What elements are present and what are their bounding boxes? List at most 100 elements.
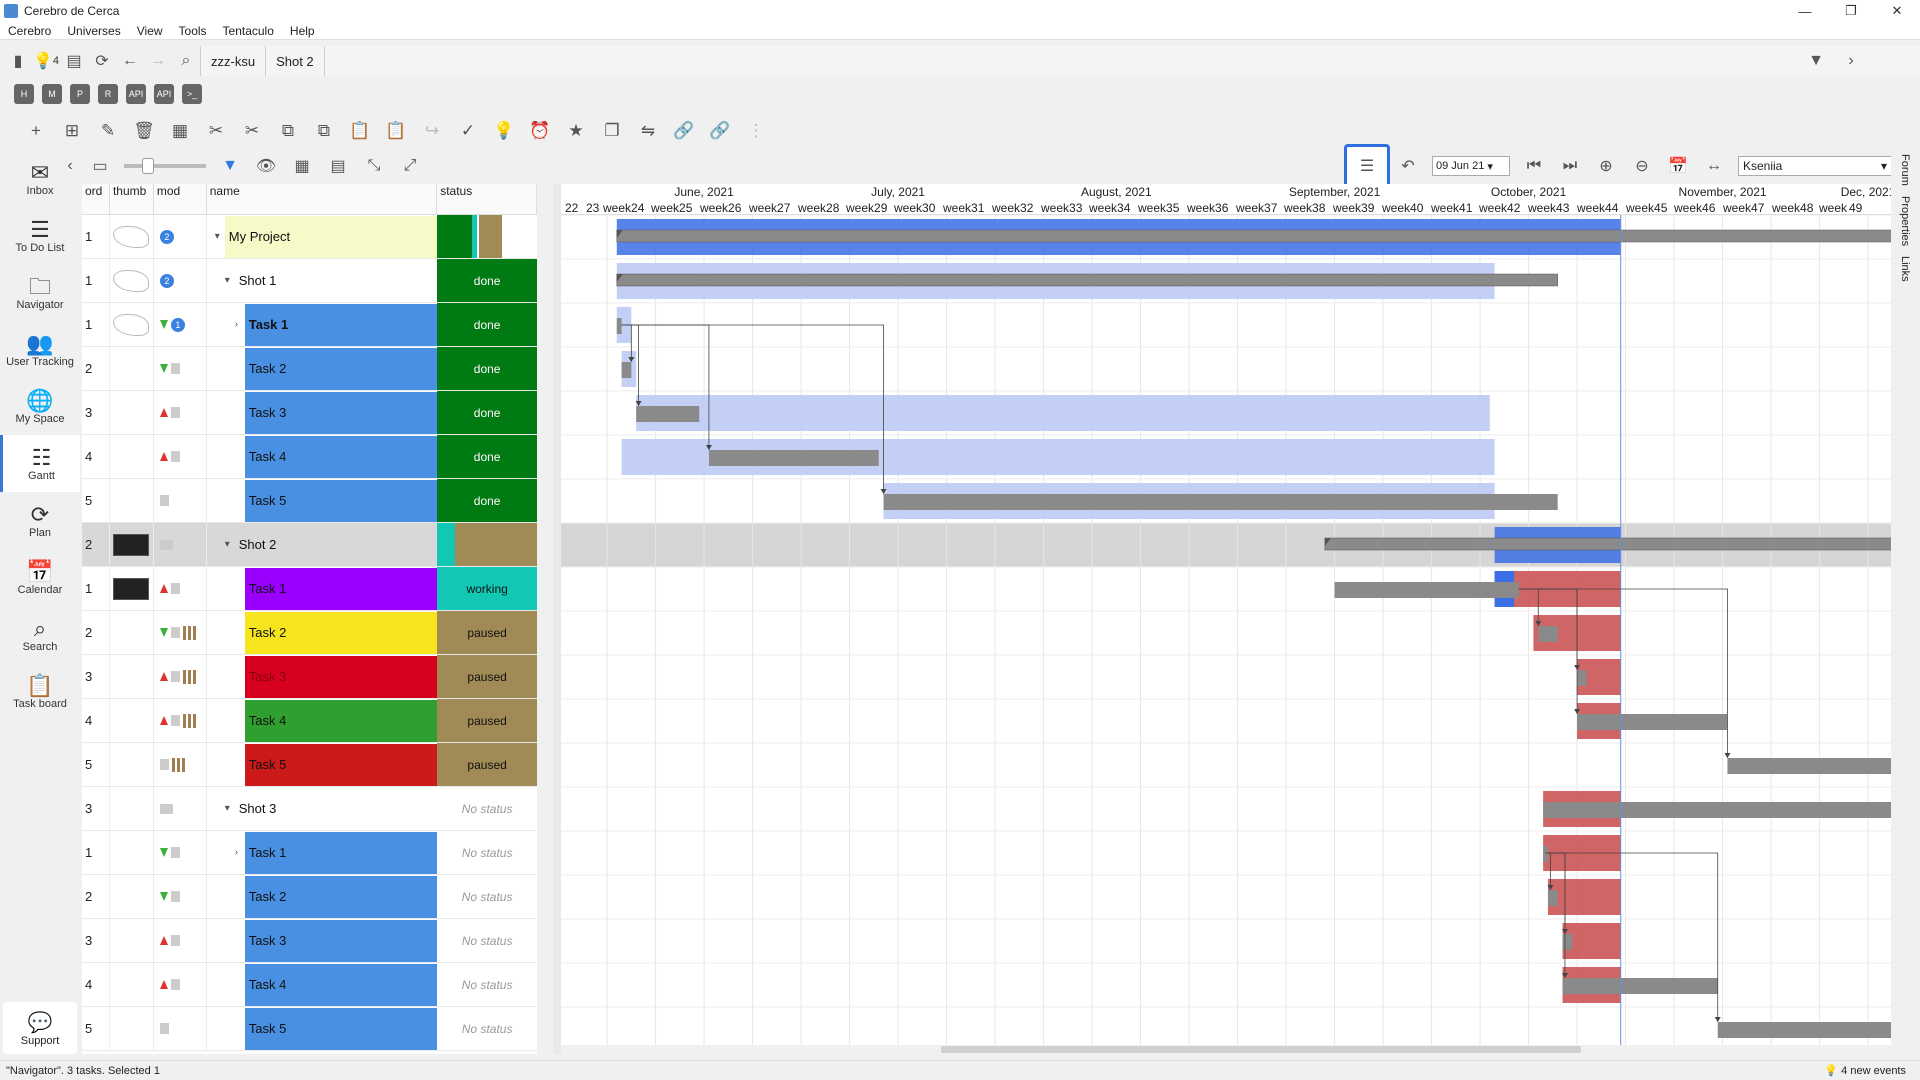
row-name-cell[interactable]: ▾ My Project <box>207 215 438 258</box>
splitter[interactable] <box>553 184 561 1054</box>
status-badge[interactable]: done <box>437 391 537 434</box>
row-name-cell[interactable]: Task 3 <box>207 391 438 434</box>
status-badge[interactable]: paused <box>437 699 537 742</box>
close-button[interactable]: ✕ <box>1874 0 1920 22</box>
gantt-canvas[interactable] <box>561 184 1891 1054</box>
row-name-cell[interactable]: ▾ Shot 2 <box>207 523 437 566</box>
sidebar-item-task-board[interactable]: 📋 Task board <box>0 663 80 720</box>
unlink-icon[interactable]: 🔗 <box>702 117 738 145</box>
sidebar-item-search[interactable]: ⌕ Search <box>0 606 80 663</box>
col-thumb[interactable]: thumb <box>110 184 154 214</box>
star-icon[interactable]: ★ <box>558 117 594 145</box>
thumbnail-image[interactable] <box>113 313 150 336</box>
table-row[interactable]: 5 Task 5 done <box>82 479 537 523</box>
paste-special-icon[interactable]: 📋 <box>378 117 414 145</box>
tool2-icon-6[interactable]: >_ <box>182 84 202 104</box>
collapse-sidebar-icon[interactable]: ‹ <box>52 152 88 180</box>
alarm-icon[interactable]: ⏰ <box>522 117 558 145</box>
table-row[interactable]: 2 Task 2 No status <box>82 875 537 919</box>
tool2-icon-2[interactable]: P <box>70 84 90 104</box>
breadcrumb-shot[interactable]: Shot 2 <box>265 46 324 76</box>
table-row[interactable]: 1 2 ▾ Shot 1 done <box>82 259 537 303</box>
status-badge[interactable]: done <box>437 479 537 522</box>
panel-icon[interactable]: ▮ <box>4 47 32 75</box>
link-icon[interactable]: 🔗 <box>666 117 702 145</box>
delete-icon[interactable]: 🗑 <box>126 117 162 145</box>
table-row[interactable]: 5 Task 5 paused <box>82 743 537 787</box>
sidebar-item-my-space[interactable]: 🌐 My Space <box>0 378 80 435</box>
last-icon[interactable]: ⏭ <box>1552 152 1588 180</box>
first-icon[interactable]: ⏮ <box>1516 152 1552 180</box>
zoom-out-icon[interactable]: ⊖ <box>1624 152 1660 180</box>
table-row[interactable]: 1 2 ▾ My Project <box>82 215 537 259</box>
checkmark-icon[interactable]: ✓ <box>450 117 486 145</box>
stack-icon[interactable]: ❐ <box>594 117 630 145</box>
fit-width-icon[interactable]: ↔ <box>1696 152 1732 180</box>
tool2-icon-1[interactable]: M <box>42 84 62 104</box>
table-row[interactable]: 1 › Task 1 No status <box>82 831 537 875</box>
row-name-cell[interactable]: Task 1 <box>207 567 438 610</box>
menu-universes[interactable]: Universes <box>59 24 128 38</box>
sidebar-item-gantt[interactable]: ☷ Gantt <box>0 435 80 492</box>
cut-special-icon[interactable]: ✂ <box>234 117 270 145</box>
expand-all-icon[interactable]: ⤢ <box>392 152 428 180</box>
expand-toggle-icon[interactable]: ▾ <box>225 539 235 550</box>
eye-icon[interactable]: 👁 <box>248 152 284 180</box>
status-badge[interactable] <box>437 523 537 566</box>
back-icon[interactable]: ← <box>116 47 144 75</box>
dropdown-arrow-icon[interactable]: ▼ <box>1802 47 1830 75</box>
bulb-icon[interactable]: 💡 <box>486 117 522 145</box>
expand-toggle-icon[interactable]: › <box>235 319 245 330</box>
menu-tentaculo[interactable]: Tentaculo <box>215 24 282 38</box>
user-select[interactable]: Kseniia ▾ <box>1738 156 1894 176</box>
report-icon[interactable]: ▤ <box>320 152 356 180</box>
status-badge[interactable]: paused <box>437 743 537 786</box>
row-name-cell[interactable]: Task 4 <box>207 699 438 742</box>
zoom-in-icon[interactable]: ⊕ <box>1588 152 1624 180</box>
add-icon[interactable]: + <box>18 117 54 145</box>
events-bulb-icon[interactable]: 💡 4 <box>32 47 60 75</box>
table-row[interactable]: 4 Task 4 done <box>82 435 537 479</box>
layout-icon[interactable]: ▤ <box>60 47 88 75</box>
table-row[interactable]: 3 Task 3 paused <box>82 655 537 699</box>
row-name-cell[interactable]: › Task 1 <box>207 831 438 874</box>
table-row[interactable]: 3 Task 3 done <box>82 391 537 435</box>
row-name-cell[interactable]: Task 2 <box>207 347 438 390</box>
col-mod[interactable]: mod <box>154 184 207 214</box>
filter-icon[interactable]: ▼ <box>212 152 248 180</box>
col-name[interactable]: name <box>207 184 438 214</box>
table-row[interactable]: 4 Task 4 No status <box>82 963 537 1007</box>
table-row[interactable]: 1 1 › Task 1 done <box>82 303 537 347</box>
status-badge[interactable]: paused <box>437 655 537 698</box>
paste-icon[interactable]: 📋 <box>342 117 378 145</box>
row-name-cell[interactable]: Task 4 <box>207 435 438 478</box>
row-name-cell[interactable]: › Task 1 <box>207 303 438 346</box>
table-row[interactable]: 3 ▾ Shot 3 No status <box>82 787 537 831</box>
status-badge[interactable]: No status <box>437 919 537 962</box>
status-badge[interactable]: No status <box>437 831 537 874</box>
menu-cerebro[interactable]: Cerebro <box>0 24 59 38</box>
thumbnail-image[interactable] <box>113 225 150 248</box>
gantt-list-icon[interactable]: ☰ <box>1344 144 1390 188</box>
sidebar-item-to-do-list[interactable]: ☰ To Do List <box>0 207 80 264</box>
calendar-icon[interactable]: 📅 <box>1660 152 1696 180</box>
expand-toggle-icon[interactable]: ▾ <box>215 231 225 242</box>
search-icon[interactable]: ⌕ <box>172 47 200 75</box>
menu-help[interactable]: Help <box>282 24 323 38</box>
status-badge[interactable]: No status <box>437 1007 537 1050</box>
table-row[interactable]: 4 Task 4 paused <box>82 699 537 743</box>
status-badge[interactable]: No status <box>437 875 537 918</box>
archive-icon[interactable]: ▦ <box>162 117 198 145</box>
expand-toggle-icon[interactable]: ▾ <box>225 275 235 286</box>
collapse-all-icon[interactable]: ⤡ <box>356 152 392 180</box>
tool2-icon-0[interactable]: H <box>14 84 34 104</box>
row-name-cell[interactable]: Task 4 <box>207 963 438 1006</box>
expand-toggle-icon[interactable]: ▾ <box>225 803 235 814</box>
row-name-cell[interactable]: Task 2 <box>207 875 438 918</box>
new-events[interactable]: 💡 4 new events <box>1824 1064 1906 1077</box>
status-badge[interactable]: working <box>437 567 537 610</box>
thumbnail-size-slider[interactable] <box>124 158 206 174</box>
refresh-icon[interactable]: ⟳ <box>88 47 116 75</box>
status-badge[interactable]: done <box>437 435 537 478</box>
row-name-cell[interactable]: ▾ Shot 1 <box>207 259 437 302</box>
